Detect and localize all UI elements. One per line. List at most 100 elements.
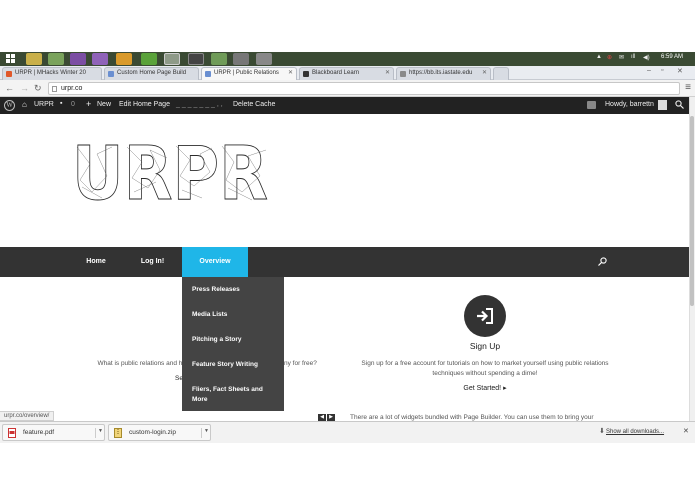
site-logo[interactable]: URPR bbox=[72, 142, 270, 202]
minimize-icon[interactable]: – bbox=[647, 67, 651, 74]
browser-tab[interactable]: Blackboard Learn ✕ bbox=[299, 67, 394, 80]
download-filename: feature.pdf bbox=[23, 429, 55, 436]
signup-description: Sign up for a free account for tutorials… bbox=[361, 360, 609, 377]
nav-overview[interactable]: Overview bbox=[182, 247, 248, 277]
comments-icon[interactable]: ▪ bbox=[60, 100, 62, 107]
avatar[interactable] bbox=[658, 100, 667, 110]
shelf-close-icon[interactable]: ✕ bbox=[683, 427, 689, 435]
tab-title: https://bb.its.iastate.edu bbox=[409, 70, 473, 76]
tab-close-icon[interactable]: ✕ bbox=[288, 69, 293, 76]
tray-arrow-icon[interactable]: ▲ bbox=[596, 54, 602, 60]
dropdown-item-pitching[interactable]: Pitching a Story bbox=[192, 335, 280, 345]
dropdown-item-fliers[interactable]: Fliers, Fact Sheets and More bbox=[192, 385, 280, 405]
home-icon[interactable]: ⌂ bbox=[22, 100, 27, 109]
download-item-custom-login[interactable]: custom-login.zip ▼ bbox=[108, 424, 211, 441]
tab-favicon-icon bbox=[6, 71, 12, 77]
admin-howdy[interactable]: Howdy, barrettn bbox=[605, 101, 654, 108]
tray-signal-icon[interactable]: ıll bbox=[631, 54, 635, 60]
dropdown-item-media-lists[interactable]: Media Lists bbox=[192, 310, 280, 320]
tab-close-icon[interactable]: ✕ bbox=[482, 69, 487, 76]
dropdown-item-press-releases[interactable]: Press Releases bbox=[192, 285, 280, 295]
show-all-downloads-link[interactable]: Show all downloads... bbox=[606, 429, 664, 435]
screen-icon[interactable] bbox=[587, 101, 596, 109]
left-blurb-end: ny for free? bbox=[284, 360, 317, 367]
signup-icon-circle[interactable] bbox=[464, 295, 506, 337]
start-icon[interactable] bbox=[4, 53, 20, 65]
notepad-icon[interactable] bbox=[48, 53, 64, 65]
file-explorer-icon[interactable] bbox=[26, 53, 42, 65]
get-started-link[interactable]: Get Started! ▸ bbox=[435, 384, 535, 392]
app-orange-icon[interactable] bbox=[116, 53, 132, 65]
visual-studio-alt-icon[interactable] bbox=[92, 53, 108, 65]
tab-favicon-icon bbox=[303, 71, 309, 77]
browser-tab-active[interactable]: URPR | Public Relations ✕ bbox=[201, 67, 297, 80]
tab-title: Custom Home Page Build bbox=[117, 70, 187, 76]
back-icon[interactable]: ← bbox=[5, 83, 14, 93]
site-logo-text: URPR bbox=[72, 142, 268, 202]
address-bar[interactable]: urpr.co bbox=[48, 82, 680, 95]
admin-edit-link[interactable]: Edit Home Page bbox=[119, 101, 170, 108]
browser-tab[interactable]: https://bb.its.iastate.edu ✕ bbox=[396, 67, 491, 80]
plus-icon[interactable]: + bbox=[86, 99, 91, 109]
tab-title: URPR | MHacks Winter 20 bbox=[15, 70, 86, 76]
tab-title: URPR | Public Relations bbox=[214, 70, 279, 76]
comments-count[interactable]: 0 bbox=[71, 101, 75, 108]
pager-prev-icon[interactable]: ◀ bbox=[318, 414, 326, 421]
tray-network-icon[interactable]: ⊕ bbox=[607, 54, 612, 61]
visual-studio-icon[interactable] bbox=[70, 53, 86, 65]
tray-mail-icon[interactable]: ✉ bbox=[619, 54, 624, 61]
new-tab-button[interactable] bbox=[493, 67, 509, 80]
download-item-feature[interactable]: feature.pdf ▼ bbox=[2, 424, 105, 441]
browser-tab[interactable]: Custom Home Page Build bbox=[104, 67, 199, 80]
overview-dropdown: Press Releases Media Lists Pitching a St… bbox=[182, 277, 284, 411]
chrome-icon[interactable] bbox=[164, 53, 180, 65]
pdf-file-icon bbox=[8, 428, 16, 438]
window-close-icon[interactable]: ✕ bbox=[677, 67, 683, 75]
browser-menu-icon[interactable]: ≡ bbox=[685, 82, 691, 93]
nav-login[interactable]: Log In! bbox=[130, 247, 175, 277]
nav-home[interactable]: Home bbox=[76, 247, 116, 277]
pager-next-icon[interactable]: ▶ bbox=[327, 414, 335, 421]
browser-tab[interactable]: URPR | MHacks Winter 20 bbox=[2, 67, 102, 80]
download-arrow-icon: ⬇ bbox=[599, 428, 605, 435]
site-header: URPR bbox=[0, 114, 689, 247]
search-icon[interactable] bbox=[598, 257, 607, 266]
sign-in-icon bbox=[477, 308, 493, 324]
download-options-icon[interactable]: ▼ bbox=[201, 428, 209, 438]
spotify-icon[interactable] bbox=[141, 53, 157, 65]
status-url-bubble: urpr.co/overview/ bbox=[0, 411, 55, 421]
page-icon bbox=[52, 86, 57, 92]
scrollbar-thumb[interactable] bbox=[690, 116, 694, 306]
forward-icon[interactable]: → bbox=[20, 83, 29, 93]
site-nav: Home Log In! Overview bbox=[0, 247, 689, 277]
admin-blurred-item[interactable]: _ _ _ _ _ _ _ , , bbox=[176, 101, 223, 108]
signup-title: Sign Up bbox=[469, 341, 501, 351]
admin-new-link[interactable]: New bbox=[97, 101, 111, 108]
tab-title: Blackboard Learn bbox=[312, 70, 360, 76]
download-options-icon[interactable]: ▼ bbox=[95, 428, 103, 438]
widgets-text: There are a lot of widgets bundled with … bbox=[350, 414, 594, 421]
zip-file-icon bbox=[114, 428, 122, 438]
tray-volume-icon[interactable]: ◀) bbox=[643, 54, 650, 61]
download-filename: custom-login.zip bbox=[129, 429, 176, 436]
tab-favicon-icon bbox=[400, 71, 406, 77]
tab-favicon-icon bbox=[108, 71, 114, 77]
clock[interactable]: 6:59 AM bbox=[661, 54, 683, 60]
wordpress-logo-icon[interactable]: W bbox=[4, 100, 15, 111]
spotify-running-icon[interactable] bbox=[211, 53, 227, 65]
admin-delete-cache[interactable]: Delete Cache bbox=[233, 101, 275, 108]
url-text: urpr.co bbox=[61, 85, 83, 92]
restore-icon[interactable]: ▫ bbox=[661, 67, 663, 74]
dropdown-item-feature-story[interactable]: Feature Story Writing bbox=[192, 360, 280, 370]
download-shelf: feature.pdf ▼ custom-login.zip ▼ ⬇ Show … bbox=[0, 421, 695, 443]
browser-tab-strip: URPR | MHacks Winter 20 Custom Home Page… bbox=[0, 66, 695, 80]
admin-search-icon[interactable] bbox=[675, 100, 684, 111]
admin-site-name[interactable]: URPR bbox=[34, 101, 54, 108]
reload-icon[interactable]: ↻ bbox=[34, 83, 42, 94]
terminal-icon[interactable] bbox=[188, 53, 204, 65]
browser-toolbar: ← → ↻ urpr.co ≡ bbox=[0, 80, 695, 97]
tab-close-icon[interactable]: ✕ bbox=[385, 69, 390, 76]
app-gray-icon[interactable] bbox=[233, 53, 249, 65]
app-gray-2-icon[interactable] bbox=[256, 53, 272, 65]
left-blurb-start: What is public relations and ho bbox=[97, 360, 186, 367]
